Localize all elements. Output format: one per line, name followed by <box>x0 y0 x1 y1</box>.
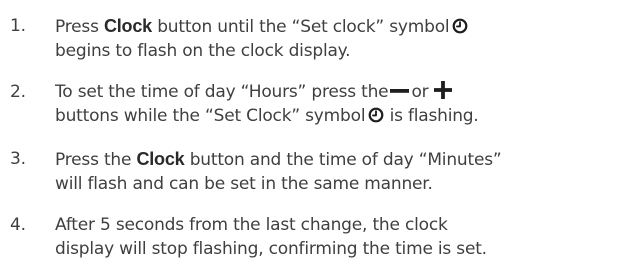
step-line: display will stop flashing, confirming t… <box>55 239 487 259</box>
clock-icon <box>368 106 384 123</box>
text-run: is flashing. <box>389 106 479 126</box>
step-text: After 5 seconds from the last change, th… <box>55 213 615 261</box>
text-run: or <box>411 82 429 102</box>
step-line: Press Clock button until the “Set clock”… <box>55 14 615 39</box>
step-text: Press the Clock button and the time of d… <box>55 147 615 196</box>
text-run: button until the “Set clock” symbol <box>151 17 450 37</box>
clock-button-label: Clock <box>103 16 152 36</box>
step-line: To set the time of day “Hours” press the… <box>55 80 615 104</box>
step-text: To set the time of day “Hours” press the… <box>55 80 615 128</box>
step-line: After 5 seconds from the last change, th… <box>55 215 448 235</box>
text-run: To set the time of day “Hours” press the <box>55 82 389 102</box>
text-run: buttons while the “Set Clock” symbol <box>55 106 366 126</box>
clock-button-label: Clock <box>136 149 185 169</box>
step-text: Press Clock button until the “Set clock”… <box>55 14 615 63</box>
text-run: Press the <box>55 150 137 170</box>
plus-icon <box>434 81 453 99</box>
instruction-steps: 1. Press Clock button until the “Set clo… <box>0 0 624 270</box>
step-number: 3. <box>10 149 26 169</box>
step-line: will flash and can be set in the same ma… <box>55 174 433 194</box>
clock-icon <box>452 17 468 34</box>
minus-icon <box>390 82 410 98</box>
step-number: 4. <box>10 215 26 235</box>
step-line: begins to flash on the clock display. <box>55 41 351 61</box>
step-number: 1. <box>10 16 26 36</box>
step-line: buttons while the “Set Clock” symbol is … <box>55 104 615 128</box>
step-line: Press the Clock button and the time of d… <box>55 147 615 172</box>
step-number: 2. <box>10 82 26 102</box>
text-run: button and the time of day “Minutes” <box>184 150 502 170</box>
text-run: Press <box>55 17 104 37</box>
